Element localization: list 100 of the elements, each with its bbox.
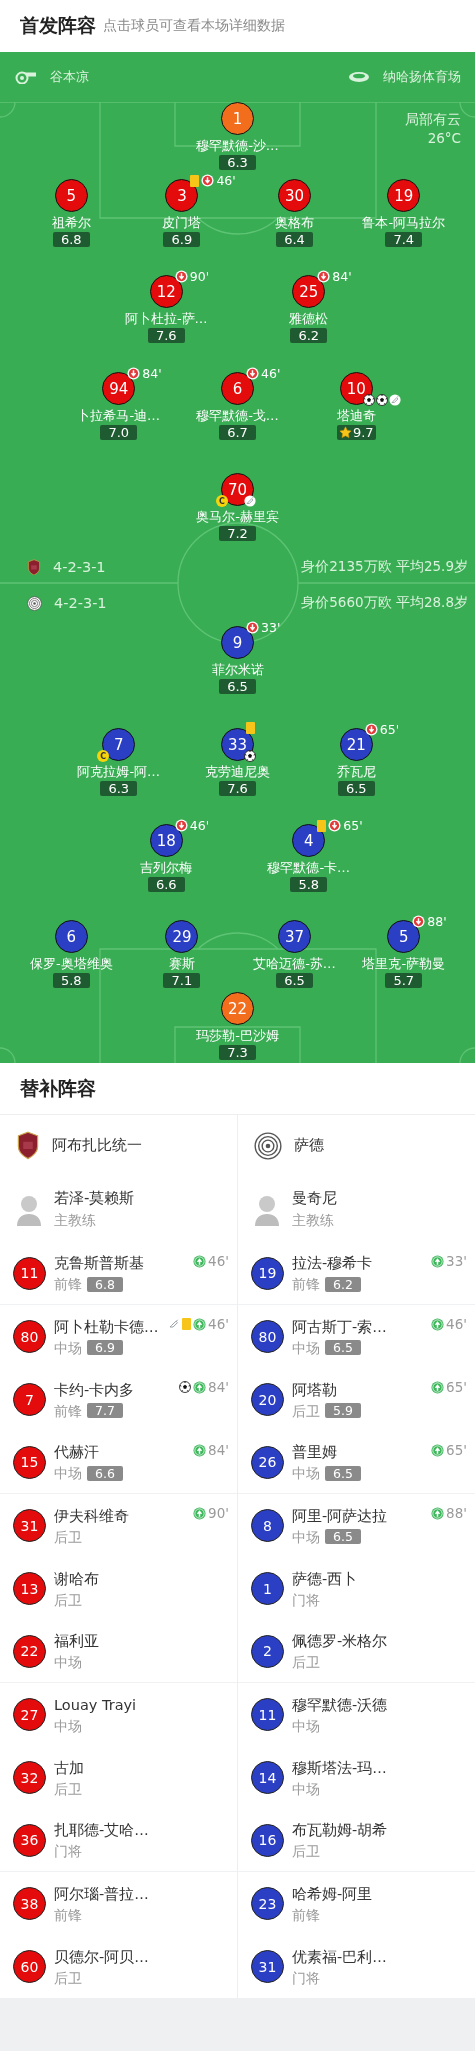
player-number[interactable]: 38 bbox=[13, 1887, 46, 1920]
player-number[interactable]: 5 bbox=[387, 920, 421, 953]
player-rating: 6.5 bbox=[325, 1340, 361, 1355]
team-summary: 身价2135万欧 平均25.9岁 bbox=[301, 558, 468, 576]
player-name: 塔里克-萨勒曼 bbox=[362, 955, 446, 973]
weather-text: 局部有云 bbox=[405, 110, 461, 129]
player-number[interactable]: 80 bbox=[251, 1320, 284, 1353]
player-name: 鲁本-阿马拉尔 bbox=[362, 214, 446, 232]
player-number[interactable]: 5 bbox=[54, 179, 88, 212]
player-number[interactable]: 19 bbox=[387, 179, 421, 212]
player-position: 前锋 bbox=[54, 1906, 82, 1923]
player-number[interactable]: 31 bbox=[251, 1950, 284, 1983]
player-number[interactable]: 13 bbox=[13, 1572, 46, 1605]
player-number[interactable]: 22 bbox=[221, 992, 254, 1025]
player-number[interactable]: 15 bbox=[13, 1445, 46, 1479]
player-number[interactable]: 37 bbox=[278, 920, 311, 953]
player-rating: 6.3 bbox=[100, 781, 138, 796]
substitution-minute: 46' bbox=[208, 1316, 229, 1332]
player-number[interactable]: 2 bbox=[251, 1634, 284, 1668]
player-number[interactable]: 6 bbox=[54, 920, 88, 953]
team-shield-icon bbox=[16, 1131, 40, 1160]
player-number[interactable]: 80 bbox=[13, 1320, 46, 1353]
player-name: 穆罕默德-沃德 bbox=[292, 1695, 388, 1714]
player-name: 贝德尔-阿贝… bbox=[54, 1947, 149, 1966]
player-number[interactable]: 3 bbox=[165, 179, 199, 212]
player-number[interactable]: 6 bbox=[221, 372, 254, 405]
player-number[interactable]: 8 bbox=[251, 1509, 284, 1542]
substitution-minute: 90' bbox=[189, 269, 210, 284]
substitution-in-icon bbox=[431, 1254, 445, 1268]
player-name: Louay Trayi bbox=[54, 1695, 137, 1714]
player-number[interactable]: 11 bbox=[13, 1256, 46, 1290]
player-rating: 9.7 bbox=[352, 425, 374, 440]
player-number[interactable]: 18 bbox=[149, 824, 183, 857]
player-number[interactable]: 1 bbox=[251, 1572, 284, 1605]
player-number[interactable]: 23 bbox=[251, 1887, 284, 1920]
substitution-minute: 88' bbox=[446, 1505, 467, 1521]
player-name: 乔瓦尼 bbox=[336, 763, 376, 781]
section-hint: 点击球员可查看本场详细数据 bbox=[103, 17, 285, 35]
substitution-out-icon bbox=[412, 915, 426, 928]
player-name: 克鲁斯普斯基 bbox=[54, 1254, 144, 1272]
coach-name: 曼奇尼 bbox=[292, 1188, 337, 1208]
player-name: 皮门塔 bbox=[162, 214, 202, 232]
player-number[interactable]: 11 bbox=[251, 1698, 284, 1731]
substitution-in-icon bbox=[193, 1317, 207, 1331]
captain-badge: C bbox=[97, 750, 110, 762]
player-name: 卜拉希马-迪… bbox=[77, 407, 161, 425]
player-number[interactable]: 36 bbox=[13, 1823, 46, 1857]
player-number[interactable]: 94 bbox=[102, 372, 136, 405]
player-number[interactable]: 4 bbox=[292, 824, 326, 857]
player-name: 卡约-卡内多 bbox=[54, 1380, 135, 1399]
player-name: 塔迪奇 bbox=[336, 407, 376, 425]
player-rating: 6.3 bbox=[219, 155, 256, 170]
player-number[interactable]: 27 bbox=[13, 1698, 46, 1731]
substitution-out-icon bbox=[246, 621, 259, 634]
player-number[interactable]: 25 bbox=[292, 275, 326, 308]
player-number[interactable]: 16 bbox=[251, 1823, 284, 1857]
player-position: 后卫 bbox=[54, 1528, 82, 1545]
player-number[interactable]: 60 bbox=[13, 1950, 46, 1983]
player-number[interactable]: 30 bbox=[278, 179, 311, 212]
player-name: 伊夫科维奇 bbox=[54, 1506, 129, 1525]
player-rating: 6.2 bbox=[290, 328, 328, 343]
player-number[interactable]: 26 bbox=[251, 1445, 284, 1479]
player-number[interactable]: 14 bbox=[251, 1761, 284, 1794]
section-title: 替补阵容 bbox=[0, 1063, 475, 1115]
team-name: 阿布扎比统一 bbox=[52, 1136, 142, 1155]
player-number[interactable]: 1 bbox=[221, 102, 254, 135]
substitution-in-icon bbox=[193, 1443, 207, 1457]
section-title: 首发阵容 bbox=[20, 13, 96, 38]
substitution-in-icon bbox=[193, 1380, 207, 1394]
team-ring-icon bbox=[27, 595, 42, 611]
player-rating: 6.5 bbox=[337, 781, 375, 796]
football-icon bbox=[375, 394, 388, 406]
player-number[interactable]: 31 bbox=[13, 1509, 46, 1542]
player-number[interactable]: 10 bbox=[339, 372, 373, 405]
substitution-in-icon bbox=[193, 1254, 207, 1268]
player-name: 克劳迪尼奥 bbox=[205, 763, 270, 781]
substitution-minute: 65' bbox=[343, 818, 363, 833]
player-name: 阿卜杜拉-萨… bbox=[124, 310, 208, 328]
player-number[interactable]: 19 bbox=[251, 1256, 284, 1290]
player-number[interactable]: 9 bbox=[221, 626, 254, 659]
team-ring-icon bbox=[254, 1131, 282, 1160]
boot-icon bbox=[388, 394, 401, 406]
player-number[interactable]: 7 bbox=[13, 1383, 46, 1416]
substitution-out-icon bbox=[317, 270, 331, 283]
team-summary: 身价5660万欧 平均28.8岁 bbox=[301, 594, 468, 612]
player-name: 艾哈迈德-苏… bbox=[253, 955, 336, 973]
football-icon bbox=[244, 750, 256, 762]
player-number[interactable]: 12 bbox=[149, 275, 183, 308]
player-name: 阿尔瑙-普拉… bbox=[54, 1884, 149, 1903]
substitution-in-icon bbox=[431, 1317, 445, 1331]
player-name: 菲尔米诺 bbox=[211, 661, 264, 679]
player-rating: 6.5 bbox=[325, 1465, 361, 1481]
player-number[interactable]: 32 bbox=[13, 1761, 46, 1794]
player-number[interactable]: 29 bbox=[165, 920, 199, 953]
substitution-minute: 65' bbox=[446, 1379, 467, 1395]
player-number[interactable]: 20 bbox=[251, 1383, 284, 1416]
substitution-minute: 84' bbox=[208, 1379, 229, 1395]
player-name: 穆罕默德-沙… bbox=[196, 137, 279, 155]
player-number[interactable]: 21 bbox=[339, 728, 373, 761]
player-number[interactable]: 22 bbox=[13, 1634, 46, 1668]
